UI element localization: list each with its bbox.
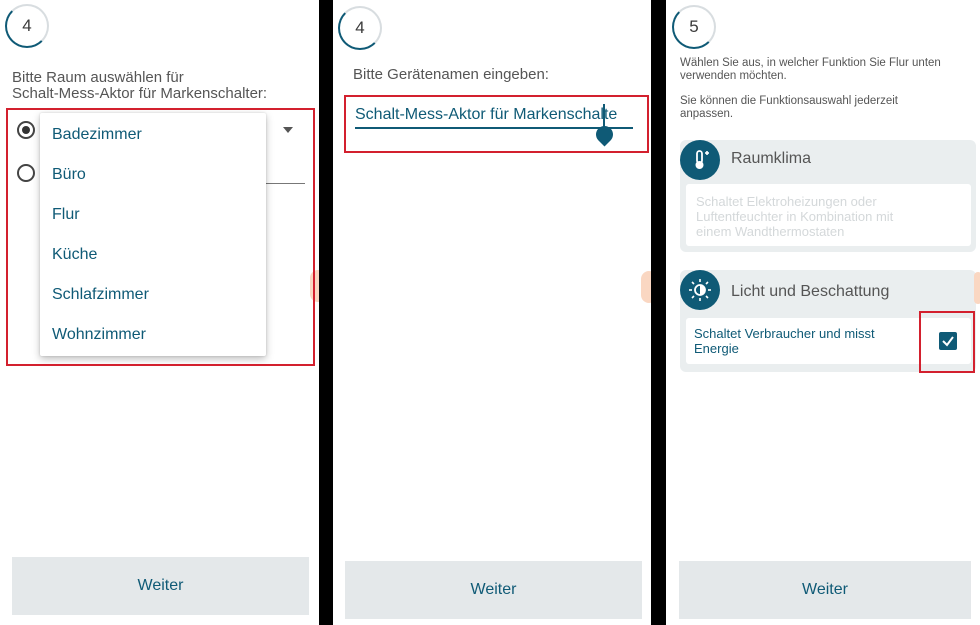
edge-handle <box>974 272 980 304</box>
highlight-box <box>344 95 649 153</box>
instruction-line-1: Bitte Raum auswählen für <box>12 69 184 86</box>
function-selection-screen: 5 Wählen Sie aus, in welcher Funktion Si… <box>666 0 980 625</box>
option-title: Raumklima <box>731 150 812 167</box>
hint-line-2: anpassen. <box>680 108 734 120</box>
room-instruction: Bitte Raum auswählen für Schalt-Mess-Akt… <box>12 70 267 102</box>
step-number: 4 <box>22 16 32 35</box>
function-hint: Sie können die Funktionsauswahl jederzei… <box>680 95 898 121</box>
room-selection-screen: 4 Bitte Raum auswählen für Schalt-Mess-A… <box>0 0 319 625</box>
description-line-2: Energie <box>694 341 739 356</box>
device-name-screen: 4 Bitte Gerätenamen eingeben: Schalt-Mes… <box>333 0 651 625</box>
description-line-1: Schaltet Elektroheizungen oder <box>696 194 877 209</box>
description-line-3: einem Wandthermostaten <box>696 224 845 239</box>
next-button[interactable]: Weiter <box>345 561 642 619</box>
option-title: Licht und Beschattung <box>731 283 890 300</box>
thermometer-icon <box>680 140 720 180</box>
edge-handle <box>641 271 651 303</box>
option-description: Schaltet Elektroheizungen oder Luftentfe… <box>696 194 893 239</box>
description-line-1: Schaltet Verbraucher und misst <box>694 326 875 341</box>
step-number: 4 <box>355 18 365 37</box>
intro-line-1: Wählen Sie aus, in welcher Funktion Sie … <box>680 57 941 69</box>
option-card-raumklima[interactable]: Raumklima Schaltet Elektroheizungen oder… <box>680 140 976 252</box>
step-indicator: 4 <box>5 4 49 48</box>
sun-icon <box>680 270 720 310</box>
highlight-box <box>6 108 315 366</box>
description-line-2: Luftentfeuchter in Kombination mit <box>696 209 894 224</box>
function-intro: Wählen Sie aus, in welcher Funktion Sie … <box>680 57 941 83</box>
step-indicator: 5 <box>672 5 716 49</box>
highlight-box <box>919 311 975 373</box>
device-name-instruction: Bitte Gerätenamen eingeben: <box>353 66 549 83</box>
step-indicator: 4 <box>338 6 382 50</box>
next-button[interactable]: Weiter <box>679 561 971 619</box>
step-number: 5 <box>689 17 699 36</box>
next-button[interactable]: Weiter <box>12 557 309 615</box>
intro-line-2: verwenden möchten. <box>680 70 787 82</box>
option-description: Schaltet Verbraucher und misst Energie <box>694 326 875 356</box>
hint-line-1: Sie können die Funktionsauswahl jederzei… <box>680 95 898 107</box>
instruction-line-2: Schalt-Mess-Aktor für Markenschalter: <box>12 85 268 102</box>
